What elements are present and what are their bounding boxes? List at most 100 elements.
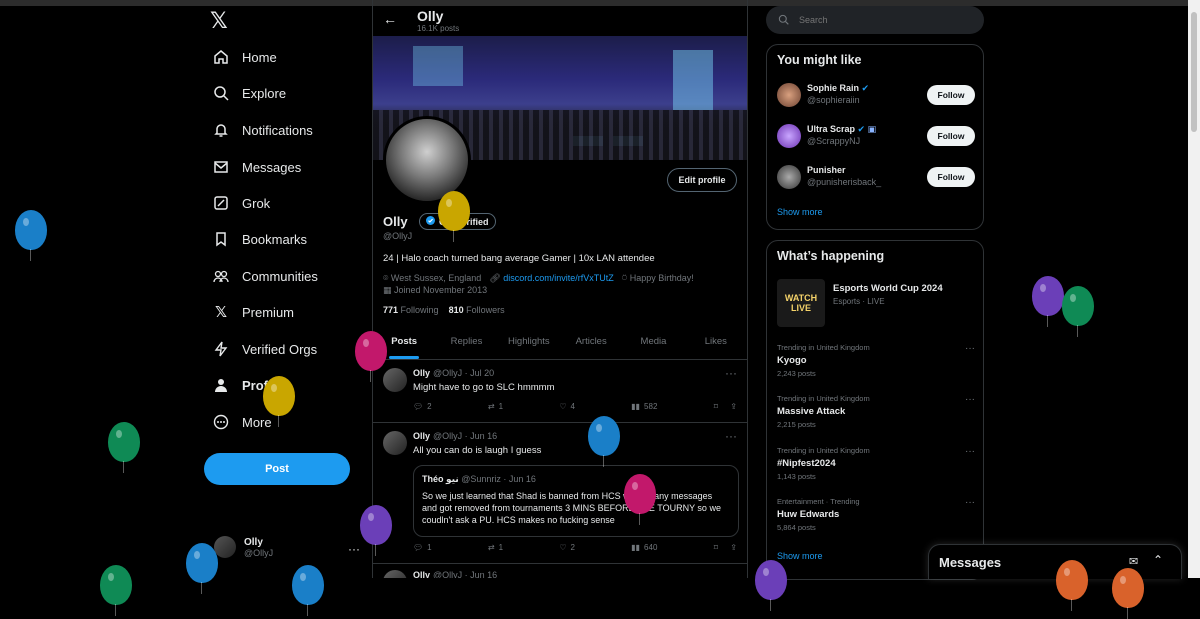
tweet-header: Olly @OllyJ · Jun 16 (413, 431, 498, 441)
trend-item[interactable]: Trending in United Kingdom Kyogo 2,243 p… (777, 343, 975, 378)
nav-communities[interactable]: Communities (212, 264, 318, 288)
account-more-icon[interactable]: ··· (348, 542, 360, 556)
follow-button[interactable]: Follow (927, 167, 975, 187)
bookmark-icon[interactable]: ⌑ (714, 543, 718, 552)
quoted-tweet[interactable]: Théo نيو @Sunnriz · Jun 16 So we just le… (413, 465, 739, 537)
tweet-handle[interactable]: @OllyJ (433, 570, 462, 578)
bookmark-icon[interactable]: ⌑ (714, 402, 718, 411)
avatar[interactable] (777, 83, 801, 107)
link-item[interactable]: 🔗︎ discord.com/invite/rfVxTUtZ (489, 273, 613, 284)
tweet[interactable]: Olly @OllyJ · Jun 16 (373, 564, 747, 578)
tab-replies[interactable]: Replies (435, 326, 497, 359)
views-button[interactable]: ▮▮ 640 (631, 543, 657, 552)
nav-premium[interactable]: 𝕏 Premium (212, 300, 294, 324)
page-scrollbar[interactable] (1188, 0, 1200, 578)
search-input[interactable] (797, 14, 961, 26)
tab-likes[interactable]: Likes (685, 326, 747, 359)
avatar[interactable] (383, 570, 407, 578)
post-button[interactable]: Post (204, 453, 350, 485)
followers-link[interactable]: 810 Followers (449, 305, 505, 315)
tweet-date[interactable]: Jun 16 (470, 570, 497, 578)
like-count: 4 (570, 402, 575, 411)
trend-count: 2,243 posts (777, 369, 816, 378)
follow-button[interactable]: Follow (927, 126, 975, 146)
messages-drawer-title: Messages (939, 555, 1002, 570)
tweet-more-icon[interactable]: ··· (725, 366, 737, 380)
nav-notifications[interactable]: Notifications (212, 118, 313, 142)
tab-media[interactable]: Media (622, 326, 684, 359)
nav-verified-orgs[interactable]: Verified Orgs (212, 337, 317, 361)
trend-more-icon[interactable]: ··· (965, 394, 975, 405)
reply-button[interactable]: 💬︎ 2 (413, 402, 432, 411)
location-pin-icon: ⌾ (383, 273, 389, 283)
repost-button[interactable]: ⇄ 1 (488, 402, 503, 411)
nav-home[interactable]: Home (212, 45, 277, 69)
quote-text: So we just learned that Shad is banned f… (422, 491, 721, 525)
following-link[interactable]: 771 Following (383, 305, 439, 315)
balloon-decoration (624, 474, 656, 525)
tweet-author[interactable]: Olly (413, 570, 430, 578)
x-logo-icon[interactable]: 𝕏 (210, 8, 228, 34)
balloon-decoration (15, 210, 47, 261)
nav-bookmarks[interactable]: Bookmarks (212, 227, 307, 251)
nav-explore[interactable]: Explore (212, 81, 286, 105)
expand-icon[interactable]: ⌃ (1153, 553, 1163, 567)
avatar[interactable] (777, 124, 801, 148)
tab-articles[interactable]: Articles (560, 326, 622, 359)
tweet-text: Might have to go to SLC hmmmm (413, 382, 555, 393)
repost-button[interactable]: ⇄ 1 (488, 543, 503, 552)
like-button[interactable]: ♡ 4 (559, 402, 575, 411)
tweet[interactable]: Olly @OllyJ · Jul 20 ··· Might have to go… (373, 360, 747, 423)
nav-grok[interactable]: Grok (212, 191, 270, 215)
tab-highlights[interactable]: Highlights (498, 326, 560, 359)
share-icon[interactable]: ⇪ (730, 402, 737, 411)
repost-count: 1 (498, 543, 504, 552)
scrollbar-thumb[interactable] (1191, 12, 1197, 132)
views-button[interactable]: ▮▮ 582 (631, 402, 657, 411)
tweet-handle[interactable]: @OllyJ (433, 431, 462, 441)
suggested-user[interactable]: Sophie Rain ✔︎ @sophieraiin Follow (777, 81, 975, 111)
profile-link[interactable]: discord.com/invite/rfVxTUtZ (503, 273, 614, 283)
show-more-link[interactable]: Show more (777, 207, 823, 217)
trend-more-icon[interactable]: ··· (965, 343, 975, 354)
tweet-author[interactable]: Olly (413, 431, 430, 441)
live-event[interactable]: WATCH LIVE Esports World Cup 2024 Esports… (777, 279, 975, 329)
share-icon[interactable]: ⇪ (730, 543, 737, 552)
show-more-link[interactable]: Show more (777, 551, 823, 561)
profile-tabs: Posts Replies Highlights Articles Media … (373, 326, 747, 360)
follow-button[interactable]: Follow (927, 85, 975, 105)
tweet-author[interactable]: Olly (413, 368, 430, 378)
share-group: ⌑ ⇪ (714, 402, 737, 411)
tweet-handle[interactable]: @OllyJ (433, 368, 462, 378)
quote-date: Jun 16 (508, 474, 536, 484)
trend-more-icon[interactable]: ··· (965, 446, 975, 457)
search-icon (212, 84, 230, 102)
messages-drawer[interactable]: Messages ✉︎ ⌃ (928, 544, 1182, 579)
back-arrow-icon[interactable]: ← (383, 11, 397, 27)
tweet[interactable]: Olly @OllyJ · Jun 16 ··· All you can do i… (373, 423, 747, 564)
new-message-icon[interactable]: ✉︎ (1129, 555, 1138, 568)
avatar[interactable] (383, 368, 407, 392)
nav-more[interactable]: More (212, 410, 272, 434)
account-switcher[interactable]: Olly @OllyJ (214, 536, 273, 558)
suggested-user[interactable]: Ultra Scrap ✔︎ ▣ @ScrappyNJ Follow (777, 122, 975, 152)
tweet-more-icon[interactable]: ··· (725, 429, 737, 443)
nav-messages[interactable]: Messages (212, 155, 301, 179)
avatar[interactable] (383, 431, 407, 455)
trend-item[interactable]: Entertainment · Trending Huw Edwards 5,8… (777, 497, 975, 532)
tweet-date[interactable]: Jun 16 (470, 431, 497, 441)
more-circle-icon (212, 413, 230, 431)
like-button[interactable]: ♡ 2 (559, 543, 575, 552)
reply-button[interactable]: 💬︎ 1 (413, 543, 432, 552)
grok-icon (212, 194, 230, 212)
avatar[interactable] (777, 165, 801, 189)
search-box[interactable] (766, 6, 984, 34)
trend-item[interactable]: Trending in United Kingdom Massive Attac… (777, 394, 975, 429)
header-name: Olly (417, 8, 444, 24)
birthday-text: Happy Birthday! (629, 273, 694, 283)
tweet-date[interactable]: Jul 20 (470, 368, 494, 378)
suggested-user[interactable]: Punisher @punisherisback_ Follow (777, 163, 975, 193)
edit-profile-button[interactable]: Edit profile (667, 168, 737, 192)
trend-item[interactable]: Trending in United Kingdom #Nipfest2024 … (777, 446, 975, 481)
trend-more-icon[interactable]: ··· (965, 497, 975, 508)
